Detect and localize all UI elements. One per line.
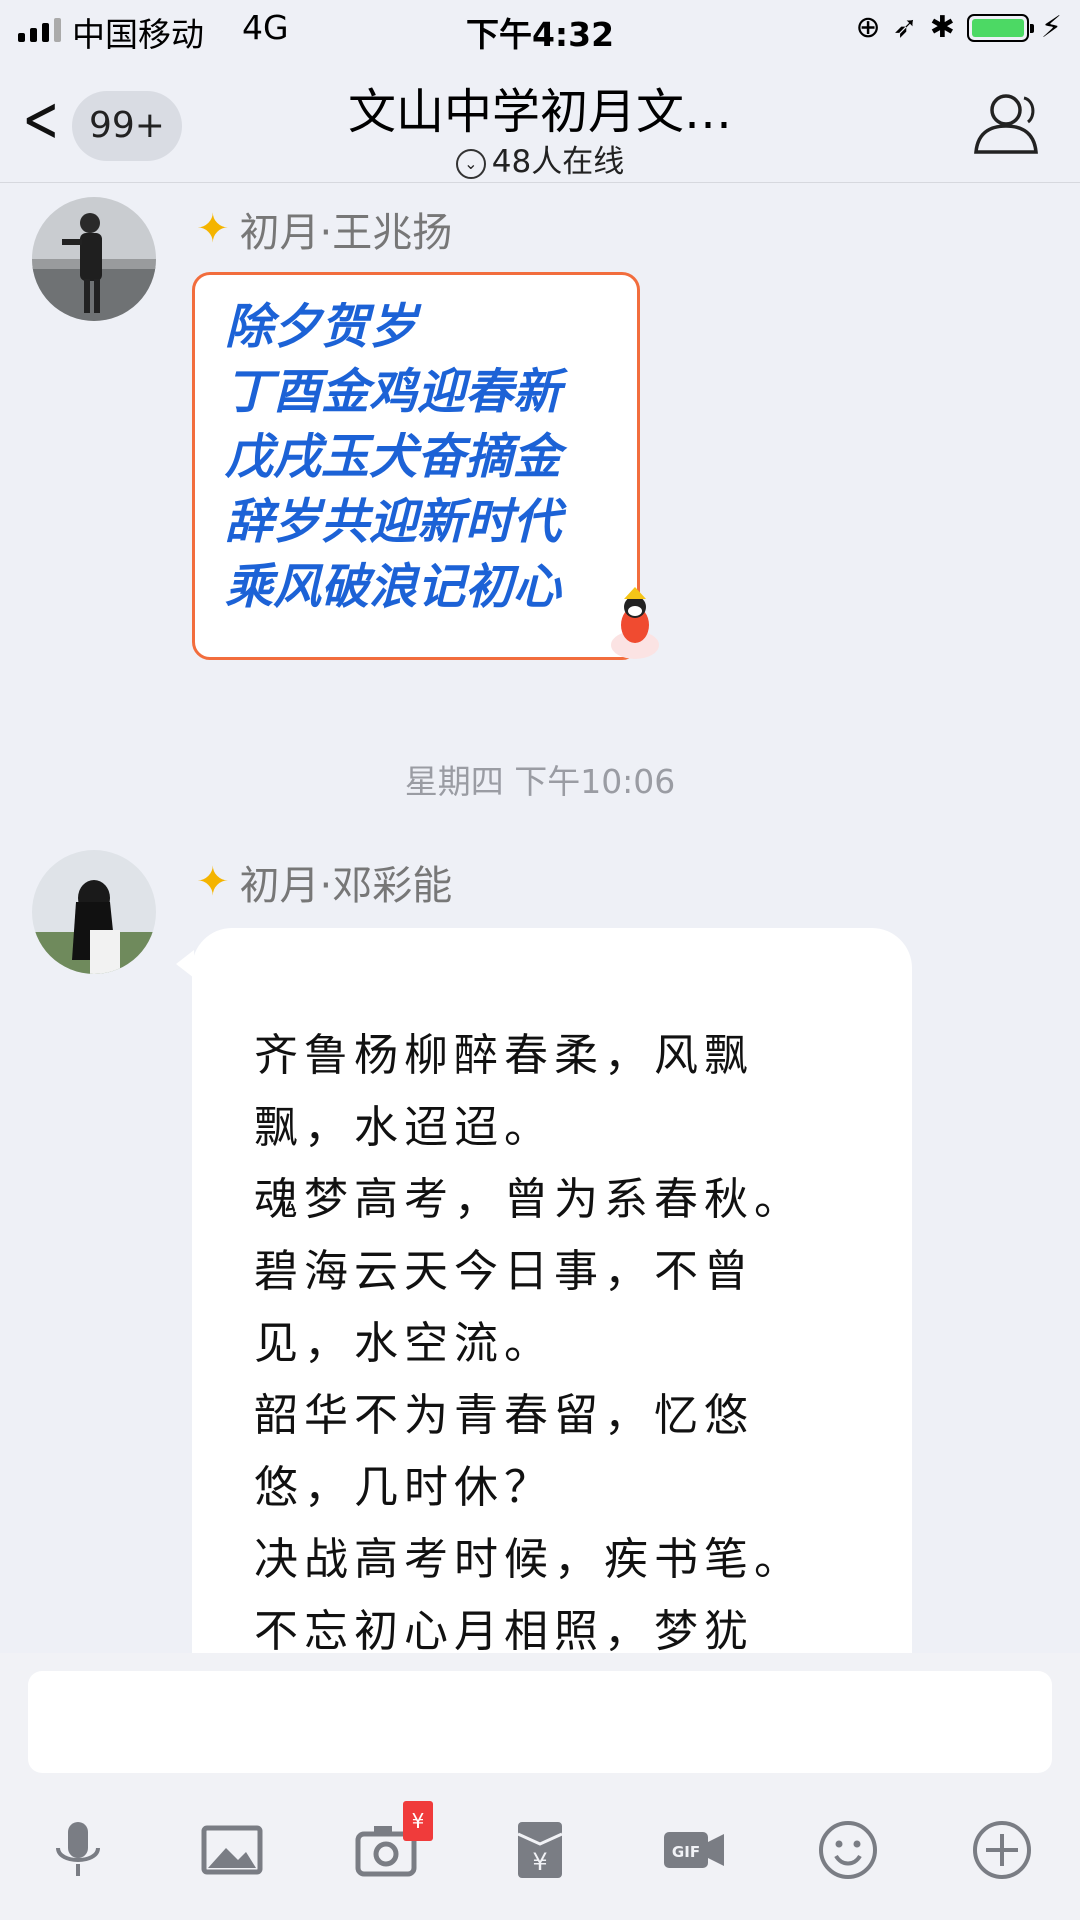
- card-line: 除夕贺岁: [225, 299, 418, 355]
- bluetooth-icon: ✱: [929, 10, 955, 45]
- poem-line: 韶华不为青春留，忆悠: [254, 1390, 754, 1441]
- card-line: 辞岁共迎新时代: [225, 494, 562, 550]
- online-count: 48人在线: [491, 144, 625, 180]
- charging-icon: ⚡: [1040, 10, 1062, 45]
- poem-line: 碧海云天今日事，不曾: [254, 1246, 754, 1297]
- member-level-icon: ✦: [196, 206, 230, 252]
- status-icons: ⊕ ➶ ✱ ⚡: [856, 10, 1063, 45]
- status-bar: 中国移动 4G 下午4:32 ⊕ ➶ ✱ ⚡: [0, 0, 1080, 58]
- message-input[interactable]: [28, 1671, 1052, 1773]
- poem-line: 见，水空流。: [254, 1318, 554, 1369]
- rotation-lock-icon: ⊕: [855, 10, 881, 45]
- poem-line: 魂梦高考，曾为系春秋。: [254, 1174, 804, 1225]
- message-timestamp: 星期四 下午10:06: [404, 762, 676, 801]
- group-title[interactable]: 文山中学初月文…: [0, 72, 1080, 142]
- input-toolbar: ¥ ¥ GIF: [0, 1801, 1080, 1895]
- poem-line: 飘，水迢迢。: [254, 1102, 554, 1153]
- sender-name[interactable]: ✦ 初月·邓彩能: [196, 853, 452, 911]
- poem-line: 悠，几时休？: [254, 1462, 554, 1513]
- battery-icon: [966, 13, 1034, 42]
- online-status[interactable]: ⌄ 48人在线: [0, 136, 1080, 181]
- poem-line: 不忘初心月相照，梦犹: [254, 1606, 754, 1653]
- svg-text:GIF: GIF: [672, 1843, 700, 1861]
- gif-icon[interactable]: GIF: [654, 1805, 734, 1895]
- emoji-icon[interactable]: [808, 1805, 888, 1895]
- red-packet-icon[interactable]: ¥: [500, 1805, 580, 1895]
- microphone-icon[interactable]: [38, 1805, 118, 1895]
- poem-line: 齐鲁杨柳醉春柔，风飘: [254, 1030, 754, 1081]
- group-members-icon[interactable]: [970, 90, 1044, 156]
- red-packet-tag-icon: ¥: [403, 1801, 433, 1841]
- chevron-down-icon: ⌄: [455, 148, 486, 179]
- image-icon[interactable]: [192, 1805, 272, 1895]
- card-line: 乘风破浪记初心: [225, 559, 562, 615]
- sender-name[interactable]: ✦ 初月·王兆扬: [196, 200, 452, 258]
- card-line: 丁酉金鸡迎春新: [225, 364, 562, 420]
- greeting-card-message[interactable]: 除夕贺岁 丁酉金鸡迎春新 戊戌玉犬奋摘金 辞岁共迎新时代 乘风破浪记初心: [192, 272, 640, 660]
- input-area: ¥ ¥ GIF: [0, 1653, 1080, 1920]
- chat-header: < 99+ 文山中学初月文… ⌄ 48人在线: [0, 58, 1080, 183]
- penguin-sticker-icon: [611, 587, 659, 659]
- avatar-sender-1[interactable]: [32, 197, 156, 321]
- poem-text: 齐鲁杨柳醉春柔，风飘 飘，水迢迢。 魂梦高考，曾为系春秋。 碧海云天今日事，不曾…: [254, 1020, 864, 1653]
- location-icon: ➶: [892, 10, 918, 45]
- poem-message-bubble[interactable]: 齐鲁杨柳醉春柔，风飘 飘，水迢迢。 魂梦高考，曾为系春秋。 碧海云天今日事，不曾…: [192, 928, 912, 1653]
- card-line: 戊戌玉犬奋摘金: [225, 429, 562, 485]
- avatar-sender-2[interactable]: [32, 850, 156, 974]
- poem-line: 决战高考时候，疾书笔。: [254, 1534, 804, 1585]
- plus-icon[interactable]: [962, 1805, 1042, 1895]
- svg-text:¥: ¥: [532, 1848, 547, 1876]
- member-level-icon: ✦: [196, 859, 230, 905]
